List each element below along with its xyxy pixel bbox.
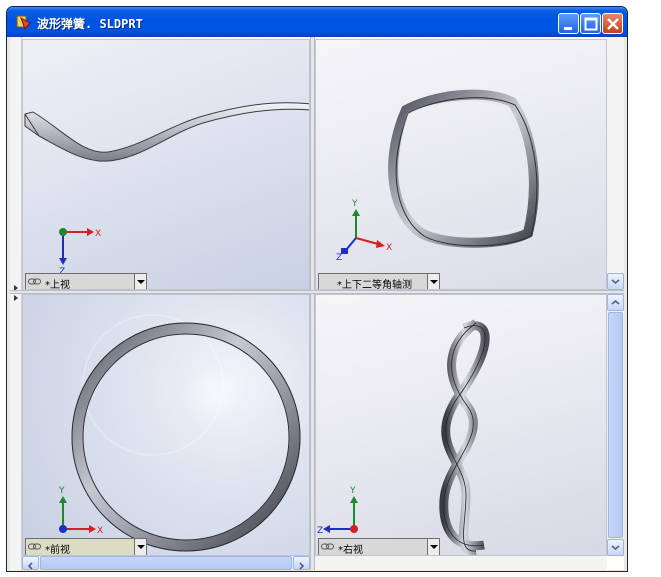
viewport-area: X Z *上视 Y X Z *上下二等角轴测 Y X *前视 Y Z *右视 (10, 37, 624, 570)
bottom-vertical-scrollbar[interactable] (607, 294, 624, 556)
chevron-up-icon (611, 299, 620, 305)
top-vertical-scrollbar[interactable] (607, 37, 624, 290)
view-orientation-selector[interactable]: *右视 (318, 538, 440, 556)
dropdown-arrow-icon[interactable] (134, 539, 146, 555)
chevron-left-icon (27, 562, 33, 570)
axis-y-label: Y (349, 486, 356, 496)
viewport-top-view[interactable]: X Z *上视 (22, 39, 310, 290)
maximize-button[interactable] (580, 13, 601, 34)
axis-triad: Y X (58, 486, 103, 536)
axis-triad: X Z (59, 228, 101, 277)
right-horizontal-scrollbar[interactable] (315, 556, 607, 570)
view-orientation-selector[interactable]: *上下二等角轴测 (318, 273, 440, 290)
title-bar[interactable]: 波形弹簧. SLDPRT (7, 7, 627, 37)
expand-arrow-icon[interactable] (14, 295, 18, 301)
viewport-right-view[interactable]: Y Z *右视 (315, 294, 607, 556)
vertical-splitter[interactable] (310, 37, 315, 570)
close-icon (607, 18, 619, 30)
link-icon (321, 543, 334, 550)
scroll-thumb[interactable] (608, 312, 623, 538)
link-icon (28, 543, 41, 550)
axis-x-label: X (386, 243, 392, 253)
axis-z-label: Z (336, 253, 342, 263)
minimize-icon (564, 27, 572, 30)
view-label: *上下二等角轴测 (337, 280, 412, 290)
horizontal-splitter[interactable] (10, 290, 624, 294)
maximize-icon (584, 17, 598, 31)
view-orientation-selector[interactable]: *上视 (25, 273, 147, 290)
minimize-button[interactable] (558, 13, 579, 34)
axis-z-label: Z (317, 526, 323, 536)
scroll-down-button[interactable] (607, 539, 624, 556)
view-label: *右视 (338, 545, 363, 556)
view-label: *前视 (45, 545, 70, 556)
dropdown-arrow-icon[interactable] (427, 274, 439, 289)
close-button[interactable] (602, 13, 623, 34)
viewport-dimetric-view[interactable]: Y X Z *上下二等角轴测 (315, 39, 607, 290)
left-horizontal-scrollbar[interactable] (22, 556, 310, 570)
view-orientation-selector[interactable]: *前视 (25, 538, 147, 556)
feature-tree-collapse-strip[interactable] (10, 37, 22, 570)
dropdown-arrow-icon[interactable] (134, 274, 146, 289)
scroll-up-button[interactable] (607, 294, 624, 311)
viewport-front-view[interactable]: Y X *前视 (22, 294, 310, 556)
window-title: 波形弹簧. SLDPRT (37, 17, 143, 31)
view-label: *上视 (45, 280, 70, 290)
part-window: 波形弹簧. SLDPRT X Z *上视 Y X Z *上下二等角轴测 Y X … (6, 6, 628, 572)
axis-x-label: X (97, 526, 103, 536)
solidworks-part-icon (16, 15, 31, 30)
axis-y-label: Y (58, 486, 65, 496)
dropdown-arrow-icon[interactable] (427, 539, 439, 555)
scroll-right-button[interactable] (293, 556, 310, 570)
scroll-left-button[interactable] (22, 556, 39, 570)
scroll-down-button[interactable] (607, 273, 624, 290)
chevron-down-icon (611, 279, 620, 285)
axis-triad: Y X Z (336, 199, 392, 263)
axis-x-label: X (95, 229, 101, 239)
chevron-down-icon (611, 545, 620, 551)
axis-y-label: Y (351, 199, 358, 209)
scroll-thumb[interactable] (40, 556, 292, 570)
chevron-right-icon (299, 562, 305, 570)
axis-triad: Y Z (317, 486, 358, 536)
link-icon (28, 278, 41, 285)
